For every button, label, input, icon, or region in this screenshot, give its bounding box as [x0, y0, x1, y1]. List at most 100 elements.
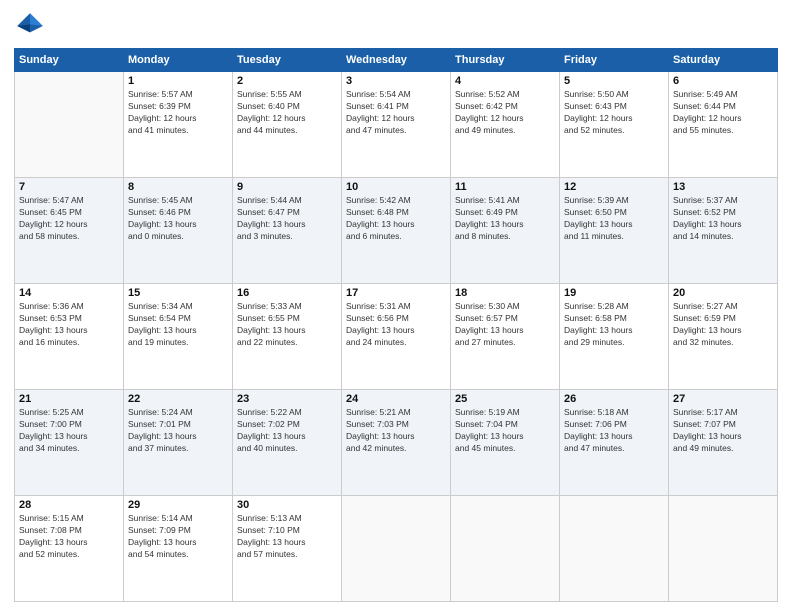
day-detail: Sunrise: 5:47 AM Sunset: 6:45 PM Dayligh…	[19, 195, 119, 243]
calendar-cell: 13Sunrise: 5:37 AM Sunset: 6:52 PM Dayli…	[669, 178, 778, 284]
day-header-tuesday: Tuesday	[233, 49, 342, 72]
day-detail: Sunrise: 5:25 AM Sunset: 7:00 PM Dayligh…	[19, 407, 119, 455]
calendar-cell: 28 Sunrise: 5:15 AM Sunset: 7:08 PM Dayli…	[15, 496, 124, 602]
day-detail: Sunrise: 5:22 AM Sunset: 7:02 PM Dayligh…	[237, 407, 337, 455]
day-number: 9	[237, 181, 337, 193]
day-header-thursday: Thursday	[451, 49, 560, 72]
calendar-cell: 5 Sunrise: 5:50 AM Sunset: 6:43 PM Daylig…	[560, 72, 669, 178]
day-detail: Sunrise: 5:54 AM Sunset: 6:41 PM Dayligh…	[346, 89, 446, 137]
page: SundayMondayTuesdayWednesdayThursdayFrid…	[0, 0, 792, 612]
day-detail: Sunrise: 5:57 AM Sunset: 6:39 PM Dayligh…	[128, 89, 228, 137]
day-number: 15	[128, 287, 228, 299]
calendar-cell: 6Sunrise: 5:49 AM Sunset: 6:44 PM Daylig…	[669, 72, 778, 178]
day-number: 30	[237, 499, 337, 511]
logo-icon	[14, 10, 46, 42]
day-number: 17	[346, 287, 446, 299]
calendar-week-3: 14 Sunrise: 5:36 AM Sunset: 6:53 PM Dayli…	[15, 284, 778, 390]
day-detail: Sunrise: 5:44 AM Sunset: 6:47 PM Dayligh…	[237, 195, 337, 243]
day-detail: Sunrise: 5:18 AM Sunset: 7:06 PM Dayligh…	[564, 407, 664, 455]
day-detail: Sunrise: 5:52 AM Sunset: 6:42 PM Dayligh…	[455, 89, 555, 137]
day-detail: Sunrise: 5:31 AM Sunset: 6:56 PM Dayligh…	[346, 301, 446, 349]
calendar-cell: 27 Sunrise: 5:17 AM Sunset: 7:07 PM Dayli…	[669, 390, 778, 496]
day-detail: Sunrise: 5:50 AM Sunset: 6:43 PM Dayligh…	[564, 89, 664, 137]
calendar-header-row: SundayMondayTuesdayWednesdayThursdayFrid…	[15, 49, 778, 72]
calendar-week-5: 28 Sunrise: 5:15 AM Sunset: 7:08 PM Dayli…	[15, 496, 778, 602]
day-header-saturday: Saturday	[669, 49, 778, 72]
calendar-cell: 10 Sunrise: 5:42 AM Sunset: 6:48 PM Dayli…	[342, 178, 451, 284]
calendar-cell: 30Sunrise: 5:13 AM Sunset: 7:10 PM Dayli…	[233, 496, 342, 602]
day-number: 25	[455, 393, 555, 405]
calendar-week-2: 7 Sunrise: 5:47 AM Sunset: 6:45 PM Daylig…	[15, 178, 778, 284]
calendar-cell	[451, 496, 560, 602]
day-number: 27	[673, 393, 773, 405]
calendar-cell: 14 Sunrise: 5:36 AM Sunset: 6:53 PM Dayli…	[15, 284, 124, 390]
day-detail: Sunrise: 5:19 AM Sunset: 7:04 PM Dayligh…	[455, 407, 555, 455]
day-detail: Sunrise: 5:55 AM Sunset: 6:40 PM Dayligh…	[237, 89, 337, 137]
calendar-cell: 22 Sunrise: 5:24 AM Sunset: 7:01 PM Dayli…	[124, 390, 233, 496]
day-number: 24	[346, 393, 446, 405]
day-detail: Sunrise: 5:17 AM Sunset: 7:07 PM Dayligh…	[673, 407, 773, 455]
day-header-friday: Friday	[560, 49, 669, 72]
day-detail: Sunrise: 5:33 AM Sunset: 6:55 PM Dayligh…	[237, 301, 337, 349]
day-number: 16	[237, 287, 337, 299]
day-detail: Sunrise: 5:37 AM Sunset: 6:52 PM Dayligh…	[673, 195, 773, 243]
day-number: 3	[346, 75, 446, 87]
day-header-monday: Monday	[124, 49, 233, 72]
day-number: 14	[19, 287, 119, 299]
day-number: 29	[128, 499, 228, 511]
day-number: 18	[455, 287, 555, 299]
day-header-sunday: Sunday	[15, 49, 124, 72]
calendar-cell: 2 Sunrise: 5:55 AM Sunset: 6:40 PM Daylig…	[233, 72, 342, 178]
day-number: 28	[19, 499, 119, 511]
header	[14, 10, 778, 42]
calendar-cell: 24Sunrise: 5:21 AM Sunset: 7:03 PM Dayli…	[342, 390, 451, 496]
day-detail: Sunrise: 5:34 AM Sunset: 6:54 PM Dayligh…	[128, 301, 228, 349]
day-detail: Sunrise: 5:39 AM Sunset: 6:50 PM Dayligh…	[564, 195, 664, 243]
day-detail: Sunrise: 5:30 AM Sunset: 6:57 PM Dayligh…	[455, 301, 555, 349]
day-detail: Sunrise: 5:24 AM Sunset: 7:01 PM Dayligh…	[128, 407, 228, 455]
calendar-cell: 16 Sunrise: 5:33 AM Sunset: 6:55 PM Dayli…	[233, 284, 342, 390]
day-number: 6	[673, 75, 773, 87]
day-number: 19	[564, 287, 664, 299]
calendar-cell: 19 Sunrise: 5:28 AM Sunset: 6:58 PM Dayli…	[560, 284, 669, 390]
day-detail: Sunrise: 5:45 AM Sunset: 6:46 PM Dayligh…	[128, 195, 228, 243]
calendar-cell	[342, 496, 451, 602]
calendar-cell: 29 Sunrise: 5:14 AM Sunset: 7:09 PM Dayli…	[124, 496, 233, 602]
calendar-cell	[560, 496, 669, 602]
day-number: 2	[237, 75, 337, 87]
calendar-cell: 17 Sunrise: 5:31 AM Sunset: 6:56 PM Dayli…	[342, 284, 451, 390]
calendar-cell: 21 Sunrise: 5:25 AM Sunset: 7:00 PM Dayli…	[15, 390, 124, 496]
day-header-wednesday: Wednesday	[342, 49, 451, 72]
day-detail: Sunrise: 5:42 AM Sunset: 6:48 PM Dayligh…	[346, 195, 446, 243]
day-number: 12	[564, 181, 664, 193]
day-number: 8	[128, 181, 228, 193]
calendar-cell: 1 Sunrise: 5:57 AM Sunset: 6:39 PM Daylig…	[124, 72, 233, 178]
day-detail: Sunrise: 5:15 AM Sunset: 7:08 PM Dayligh…	[19, 513, 119, 561]
calendar-cell: 26Sunrise: 5:18 AM Sunset: 7:06 PM Dayli…	[560, 390, 669, 496]
logo	[14, 10, 48, 42]
day-detail: Sunrise: 5:27 AM Sunset: 6:59 PM Dayligh…	[673, 301, 773, 349]
day-detail: Sunrise: 5:41 AM Sunset: 6:49 PM Dayligh…	[455, 195, 555, 243]
calendar-cell: 20 Sunrise: 5:27 AM Sunset: 6:59 PM Dayli…	[669, 284, 778, 390]
day-number: 4	[455, 75, 555, 87]
day-detail: Sunrise: 5:14 AM Sunset: 7:09 PM Dayligh…	[128, 513, 228, 561]
day-number: 10	[346, 181, 446, 193]
calendar-cell: 15 Sunrise: 5:34 AM Sunset: 6:54 PM Dayli…	[124, 284, 233, 390]
day-number: 7	[19, 181, 119, 193]
calendar-cell	[15, 72, 124, 178]
day-number: 1	[128, 75, 228, 87]
calendar-cell: 9 Sunrise: 5:44 AM Sunset: 6:47 PM Daylig…	[233, 178, 342, 284]
calendar-cell: 8 Sunrise: 5:45 AM Sunset: 6:46 PM Daylig…	[124, 178, 233, 284]
day-number: 22	[128, 393, 228, 405]
day-number: 21	[19, 393, 119, 405]
day-detail: Sunrise: 5:28 AM Sunset: 6:58 PM Dayligh…	[564, 301, 664, 349]
day-number: 20	[673, 287, 773, 299]
calendar-cell: 7 Sunrise: 5:47 AM Sunset: 6:45 PM Daylig…	[15, 178, 124, 284]
calendar-cell: 18 Sunrise: 5:30 AM Sunset: 6:57 PM Dayli…	[451, 284, 560, 390]
calendar-cell: 4 Sunrise: 5:52 AM Sunset: 6:42 PM Daylig…	[451, 72, 560, 178]
calendar-cell: 12 Sunrise: 5:39 AM Sunset: 6:50 PM Dayli…	[560, 178, 669, 284]
day-detail: Sunrise: 5:36 AM Sunset: 6:53 PM Dayligh…	[19, 301, 119, 349]
calendar-cell: 11Sunrise: 5:41 AM Sunset: 6:49 PM Dayli…	[451, 178, 560, 284]
calendar-cell: 23Sunrise: 5:22 AM Sunset: 7:02 PM Dayli…	[233, 390, 342, 496]
day-number: 5	[564, 75, 664, 87]
